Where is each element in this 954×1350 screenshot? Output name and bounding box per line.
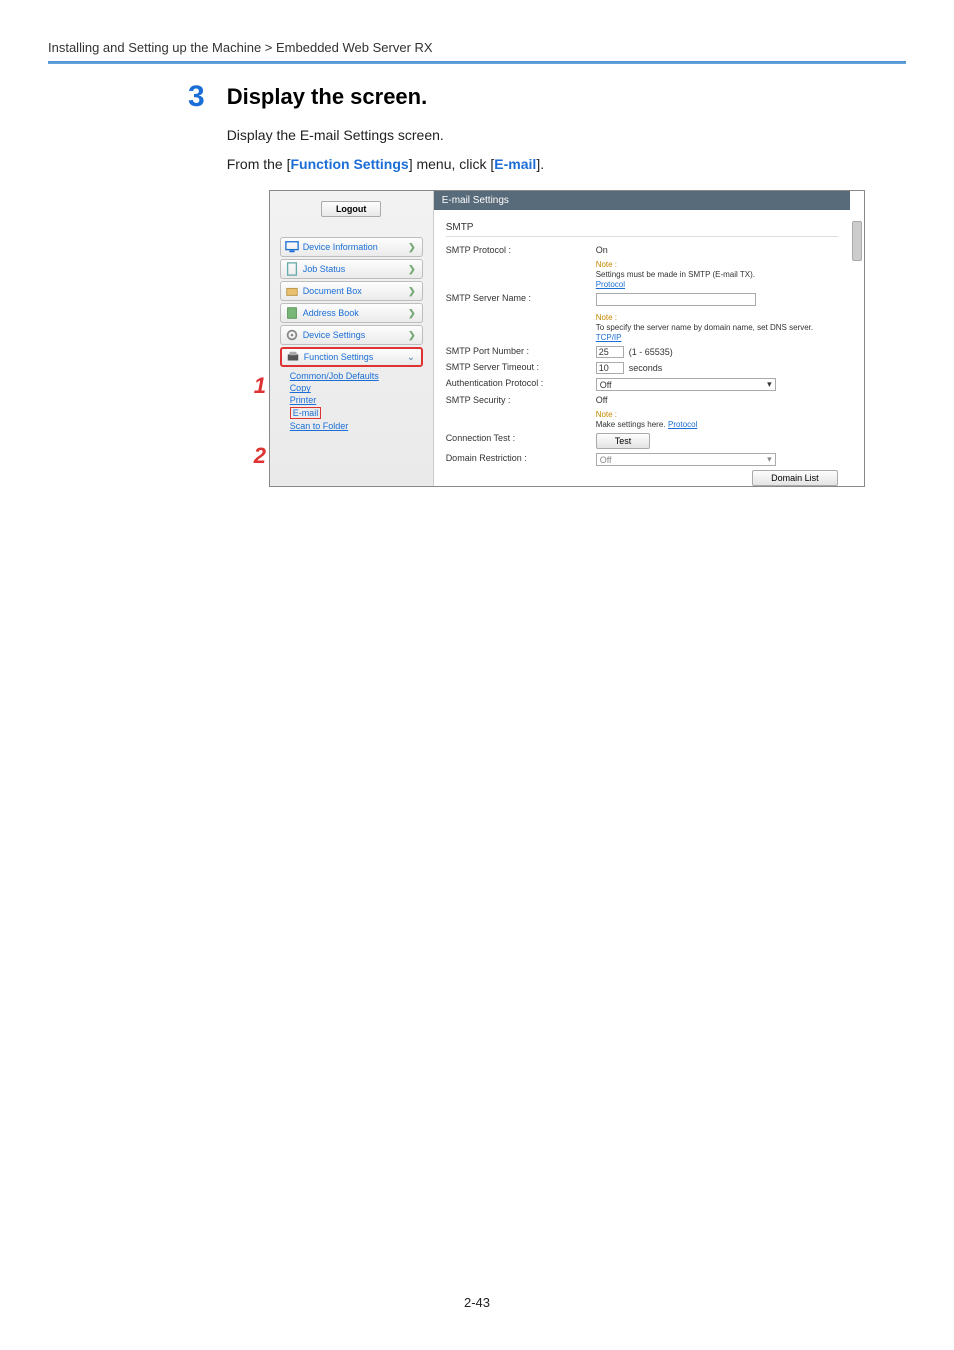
screenshot: 1 2 Logout Device Information ❯ Job Stat… bbox=[269, 190, 865, 487]
smtp-port-label: SMTP Port Number : bbox=[446, 346, 596, 356]
sub-printer[interactable]: Printer bbox=[290, 395, 433, 405]
auth-protocol-select[interactable]: Off▾ bbox=[596, 378, 776, 391]
gear-icon bbox=[285, 328, 299, 342]
smtp-security-label: SMTP Security : bbox=[446, 395, 596, 405]
protocol-link[interactable]: Protocol bbox=[596, 280, 625, 289]
settings-panel: E-mail Settings SMTP SMTP Protocol : On … bbox=[434, 191, 864, 486]
note-label: Note : bbox=[596, 260, 617, 269]
sub-scan[interactable]: Scan to Folder bbox=[290, 421, 433, 431]
chevron-right-icon: ❯ bbox=[408, 242, 416, 253]
connection-test-label: Connection Test : bbox=[446, 433, 596, 443]
nav-device-information[interactable]: Device Information ❯ bbox=[280, 237, 423, 257]
nav-device-settings[interactable]: Device Settings ❯ bbox=[280, 325, 423, 345]
smtp-note2: To specify the server name by domain nam… bbox=[596, 323, 813, 332]
smtp-server-input[interactable] bbox=[596, 293, 756, 306]
scrollbar-thumb[interactable] bbox=[852, 221, 862, 261]
smtp-note1: Settings must be made in SMTP (E-mail TX… bbox=[596, 270, 755, 279]
domain-list-button[interactable]: Domain List bbox=[752, 470, 838, 486]
step-number: 3 bbox=[188, 80, 205, 114]
dropdown-icon: ▾ bbox=[767, 379, 772, 390]
nav-job-status[interactable]: Job Status ❯ bbox=[280, 259, 423, 279]
smtp-protocol-label: SMTP Protocol : bbox=[446, 245, 596, 255]
monitor-icon bbox=[285, 240, 299, 254]
nav-address-book[interactable]: Address Book ❯ bbox=[280, 303, 423, 323]
chevron-down-icon: ⌄ bbox=[407, 352, 415, 363]
callout-2: 2 bbox=[254, 443, 266, 469]
printer-icon bbox=[286, 350, 300, 364]
note-label: Note : bbox=[596, 313, 617, 322]
step-desc2: From the [Function Settings] menu, click… bbox=[227, 156, 865, 172]
smtp-timeout-input[interactable]: 10 bbox=[596, 362, 624, 374]
nav-document-box[interactable]: Document Box ❯ bbox=[280, 281, 423, 301]
chevron-right-icon: ❯ bbox=[408, 308, 416, 319]
sidebar: Logout Device Information ❯ Job Status ❯… bbox=[270, 191, 434, 486]
smtp-port-hint: (1 - 65535) bbox=[629, 347, 673, 357]
smtp-server-label: SMTP Server Name : bbox=[446, 293, 596, 303]
auth-protocol-label: Authentication Protocol : bbox=[446, 378, 596, 388]
document-icon bbox=[285, 262, 299, 276]
smtp-note3: Make settings here. bbox=[596, 420, 666, 429]
logout-button[interactable]: Logout bbox=[321, 201, 382, 217]
book-icon bbox=[285, 306, 299, 320]
page-number: 2-43 bbox=[0, 1295, 954, 1310]
step-desc1: Display the E-mail Settings screen. bbox=[227, 124, 865, 146]
smtp-protocol-value: On bbox=[596, 245, 838, 255]
sub-common[interactable]: Common/Job Defaults bbox=[290, 371, 433, 381]
chevron-right-icon: ❯ bbox=[408, 264, 416, 275]
box-icon bbox=[285, 284, 299, 298]
chevron-right-icon: ❯ bbox=[408, 286, 416, 297]
breadcrumb: Installing and Setting up the Machine > … bbox=[48, 40, 906, 55]
panel-header: E-mail Settings bbox=[434, 191, 850, 210]
step-title: Display the screen. bbox=[227, 84, 865, 110]
smtp-security-value: Off bbox=[596, 395, 838, 405]
function-settings-ref: Function Settings bbox=[290, 156, 408, 172]
function-settings-submenu: Common/Job Defaults Copy Printer E-mail … bbox=[290, 371, 433, 431]
smtp-port-input[interactable]: 25 bbox=[596, 346, 624, 358]
divider bbox=[48, 61, 906, 64]
smtp-timeout-label: SMTP Server Timeout : bbox=[446, 362, 596, 372]
note-label: Note : bbox=[596, 410, 617, 419]
nav-function-settings[interactable]: Function Settings ⌄ bbox=[280, 347, 423, 367]
tcpip-link[interactable]: TCP/IP bbox=[596, 333, 622, 342]
dropdown-icon: ▾ bbox=[767, 454, 772, 465]
domain-restriction-select[interactable]: Off▾ bbox=[596, 453, 776, 466]
test-button[interactable]: Test bbox=[596, 433, 651, 449]
sub-copy[interactable]: Copy bbox=[290, 383, 433, 393]
domain-restriction-label: Domain Restriction : bbox=[446, 453, 596, 463]
chevron-right-icon: ❯ bbox=[408, 330, 416, 341]
email-ref: E-mail bbox=[494, 156, 536, 172]
protocol-link2[interactable]: Protocol bbox=[668, 420, 697, 429]
callout-1: 1 bbox=[254, 373, 266, 399]
smtp-section-title: SMTP bbox=[446, 222, 838, 237]
sub-email[interactable]: E-mail bbox=[290, 407, 433, 419]
smtp-timeout-unit: seconds bbox=[629, 363, 663, 373]
